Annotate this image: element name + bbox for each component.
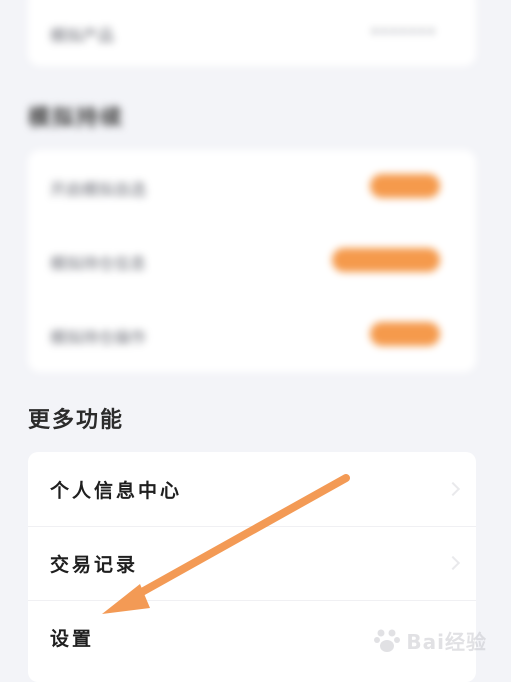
section-title-1: 模拟持续 [28,106,125,131]
section1-row-1-button[interactable] [370,174,440,198]
section1-row-2[interactable]: 模拟持仓信息 [28,224,476,298]
chevron-right-icon [445,555,461,571]
section1-row-3[interactable]: 模拟持仓操作 [28,298,476,372]
menu-item-personal-info-label: 个人信息中心 [50,480,183,502]
menu-item-personal-info[interactable]: 个人信息中心 [28,452,476,526]
section1-card: 开启模拟自选 模拟持仓信息 模拟持仓操作 [28,150,476,372]
top-card[interactable]: 模拟产品 ••••••• [28,0,476,66]
menu-item-settings-label: 设置 [50,628,95,650]
section-title-more-features: 更多功能 [28,408,125,433]
section1-row-1[interactable]: 开启模拟自选 [28,150,476,224]
menu-item-transaction-history-label: 交易记录 [50,554,139,576]
top-card-label: 模拟产品 [50,26,115,45]
watermark-text: Bai经验 [406,629,487,654]
section1-row-2-button[interactable] [332,248,440,272]
section1-row-3-button[interactable] [370,322,440,346]
section1-row-3-label: 模拟持仓操作 [50,328,147,347]
chevron-right-icon [445,481,461,497]
top-card-value: ••••••• [369,22,436,41]
section1-row-2-label: 模拟持仓信息 [50,254,147,273]
paw-logo-icon [374,629,401,652]
baidu-watermark: Bai经验 [372,625,487,655]
section1-row-1-label: 开启模拟自选 [50,180,147,199]
menu-item-transaction-history[interactable]: 交易记录 [28,526,476,600]
